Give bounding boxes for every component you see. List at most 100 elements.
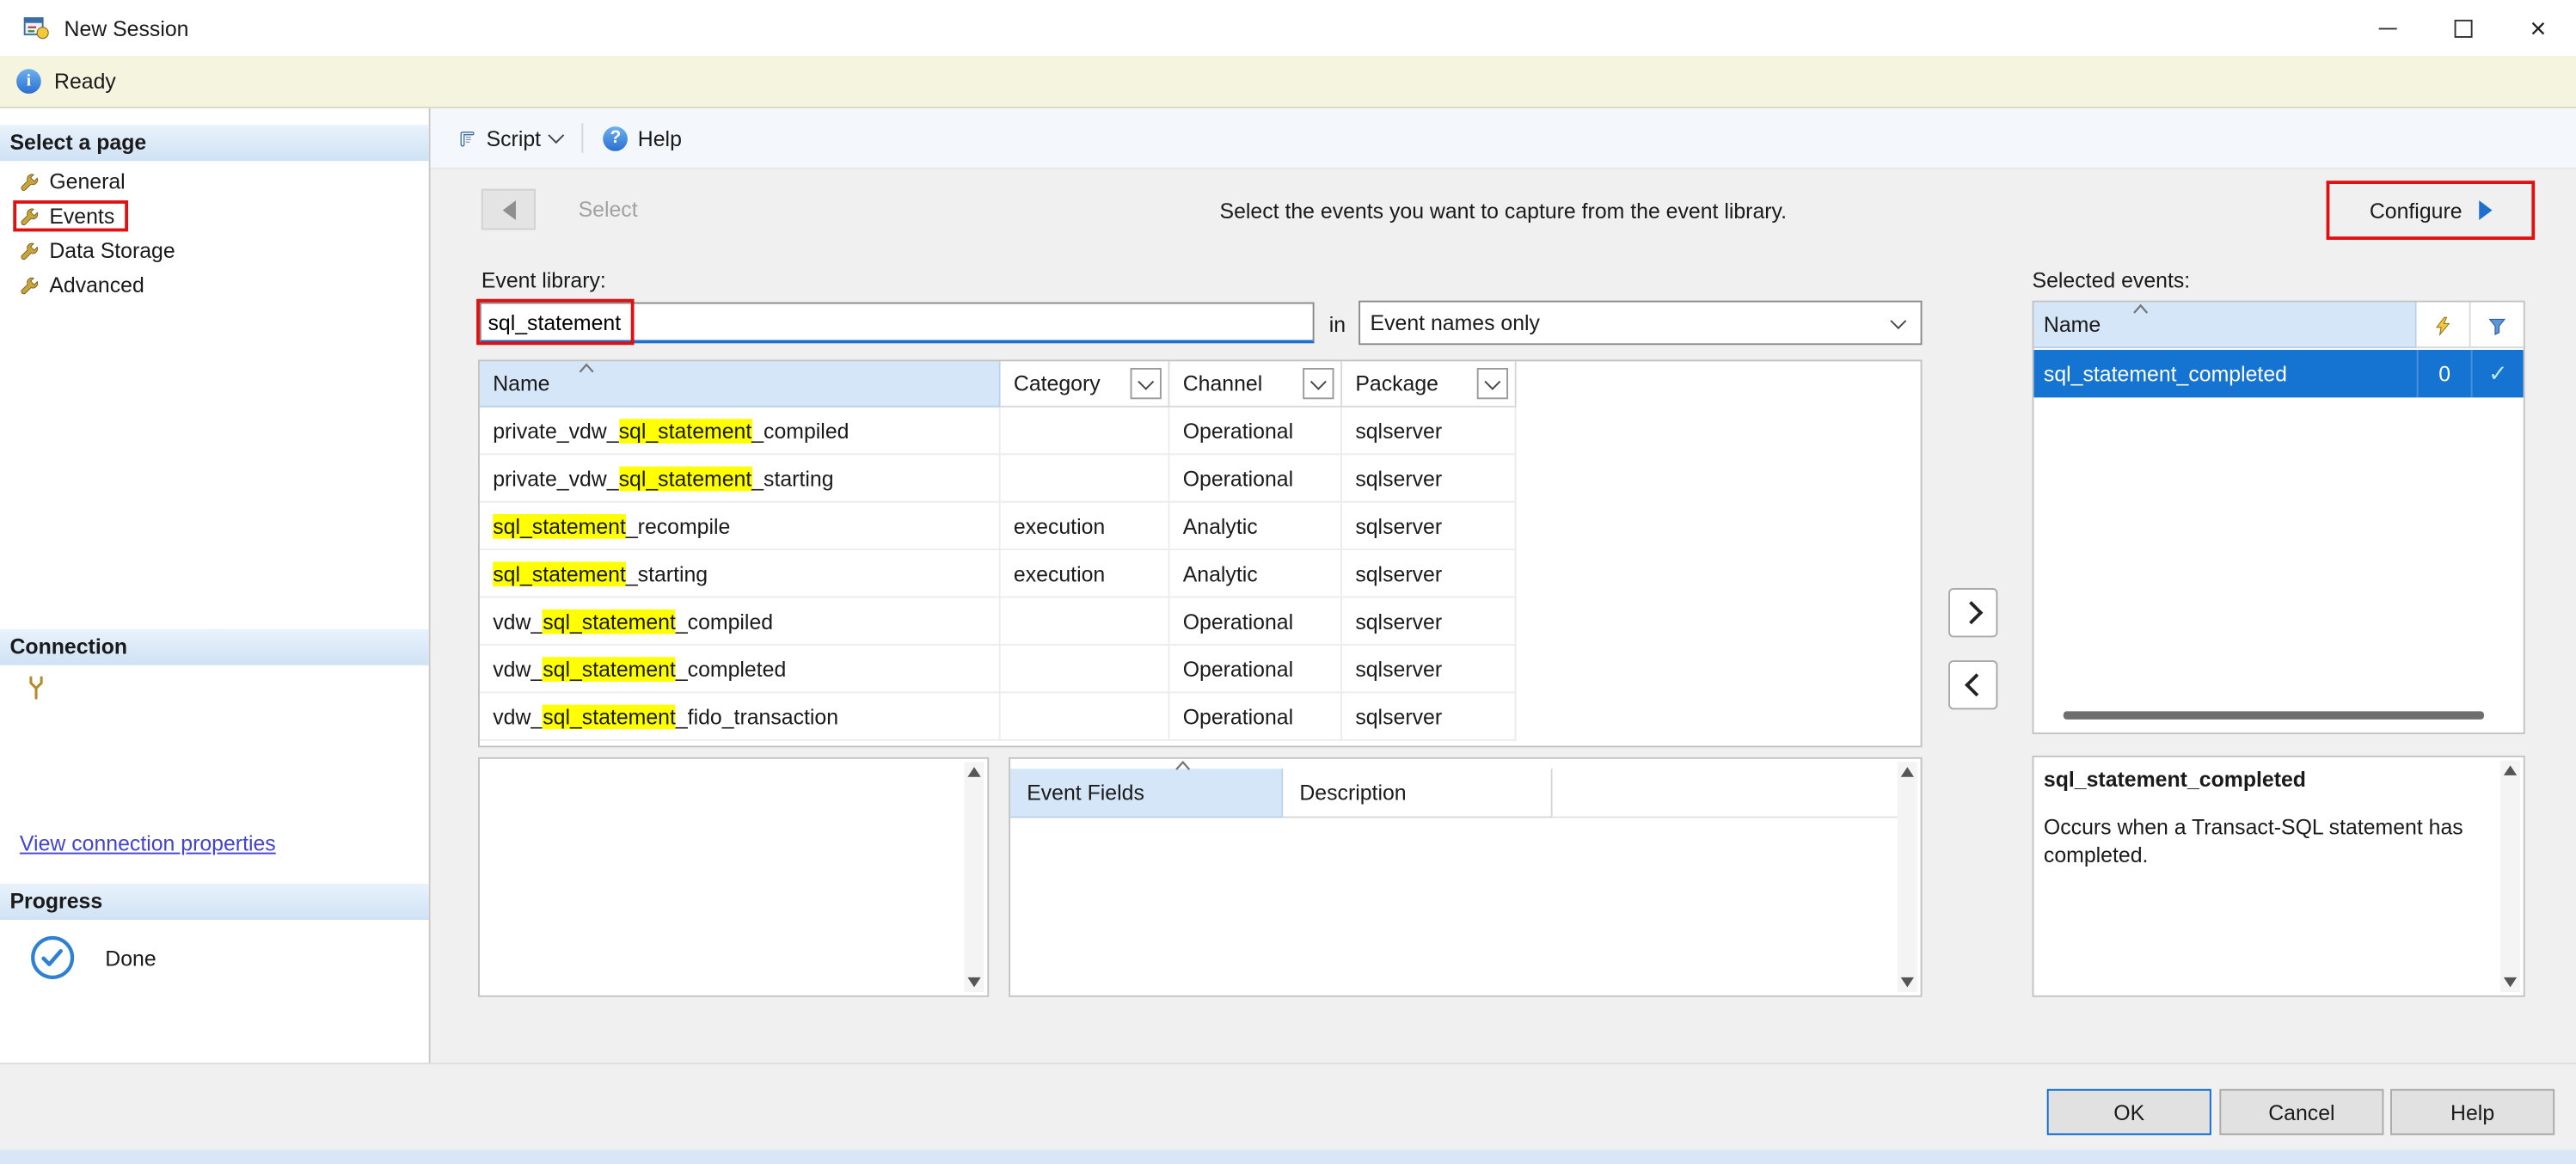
event-category-cell: [1001, 693, 1170, 740]
column-header-name[interactable]: Name: [480, 361, 1001, 407]
wrench-icon: [20, 241, 40, 260]
column-header-package[interactable]: Package: [1342, 361, 1517, 407]
event-channel-cell: Operational: [1169, 597, 1342, 645]
event-package-cell: sqlserver: [1342, 407, 1517, 455]
new-session-dialog: New Session × i Ready Select a page Gene…: [0, 0, 2576, 1164]
right-arrow-icon: [2479, 200, 2492, 220]
event-fields-panel: Event Fields Description: [1009, 757, 1922, 997]
package-filter-button[interactable]: [1477, 368, 1508, 399]
sort-ascending-caret-icon: [1175, 761, 1191, 770]
sidebar-item-label: Advanced: [49, 273, 144, 297]
instruction-text: Select the events you want to capture fr…: [431, 199, 2576, 224]
event-package-cell: sqlserver: [1342, 550, 1517, 597]
event-package-cell: sqlserver: [1342, 503, 1517, 550]
column-header-name[interactable]: Name: [2033, 303, 2416, 348]
chevron-right-icon: [1959, 601, 1982, 624]
page-list: General Events Data Storage Advanced: [0, 164, 429, 302]
event-name-cell[interactable]: sql_statement_starting: [480, 550, 1001, 597]
event-name-cell[interactable]: private_vdw_sql_statement_compiled: [480, 407, 1001, 455]
wrench-icon: [20, 275, 40, 295]
event-category-cell: execution: [1001, 550, 1170, 597]
in-label: in: [1329, 312, 1346, 337]
event-category-cell: [1001, 455, 1170, 502]
scroll-down-icon: [1901, 977, 1914, 987]
scroll-up-icon: [1901, 767, 1914, 776]
help-question-icon: ?: [604, 126, 629, 150]
category-filter-button[interactable]: [1131, 368, 1162, 399]
channel-filter-button[interactable]: [1303, 368, 1334, 399]
column-header-event-fields[interactable]: Event Fields: [1010, 769, 1283, 818]
event-package-cell: sqlserver: [1342, 646, 1517, 693]
column-label: Category: [1014, 371, 1101, 396]
sort-ascending-caret-icon: [2132, 303, 2149, 313]
sidebar-item-label: General: [49, 169, 125, 194]
column-header-event-count[interactable]: [2417, 303, 2471, 348]
remove-event-button[interactable]: [1948, 660, 1997, 709]
help-label: Help: [638, 126, 682, 150]
bottom-strip: [0, 1149, 2576, 1164]
chevron-down-icon: [549, 127, 565, 144]
vertical-scrollbar[interactable]: [965, 763, 984, 992]
event-name-cell[interactable]: vdw_sql_statement_fido_transaction: [480, 693, 1001, 740]
script-button[interactable]: Script: [447, 120, 573, 155]
checkmark-icon: ✓: [2471, 350, 2524, 397]
search-scope-dropdown[interactable]: Event names only: [1359, 301, 1922, 346]
vertical-scrollbar[interactable]: [1898, 763, 1917, 992]
wrench-icon: [20, 172, 40, 192]
event-category-cell: [1001, 646, 1170, 693]
scroll-down-icon: [967, 977, 980, 987]
help-button[interactable]: Help: [2390, 1089, 2555, 1135]
description-body: Occurs when a Transact-SQL statement has…: [2044, 815, 2491, 871]
filter-funnel-icon: [2487, 315, 2507, 334]
sidebar-item-general[interactable]: General: [0, 164, 429, 199]
event-search-input[interactable]: [480, 303, 1315, 344]
ok-button[interactable]: OK: [2047, 1089, 2211, 1135]
column-header-filter[interactable]: [2471, 303, 2524, 348]
match-highlight: sql_statement: [493, 514, 626, 539]
view-connection-properties-link[interactable]: View connection properties: [20, 831, 276, 856]
event-name-cell[interactable]: vdw_sql_statement_compiled: [480, 597, 1001, 645]
column-header-category[interactable]: Category: [1001, 361, 1170, 407]
column-label: Description: [1299, 781, 1406, 806]
close-icon: ×: [2530, 14, 2547, 41]
event-name-cell[interactable]: sql_statement_recompile: [480, 503, 1001, 550]
selected-event-row[interactable]: sql_statement_completed 0 ✓: [2033, 350, 2523, 397]
event-name-cell[interactable]: private_vdw_sql_statement_starting: [480, 455, 1001, 502]
horizontal-scrollbar[interactable]: [2064, 711, 2484, 720]
maximize-button[interactable]: [2425, 0, 2500, 56]
lightning-icon: [2433, 315, 2453, 334]
vertical-scrollbar[interactable]: [2500, 761, 2520, 992]
column-header-channel[interactable]: Channel: [1169, 361, 1342, 407]
chevron-down-icon: [1484, 373, 1500, 389]
event-package-cell: sqlserver: [1342, 455, 1517, 502]
progress-header: Progress: [0, 884, 429, 920]
match-highlight: sql_statement: [543, 610, 676, 634]
cancel-button[interactable]: Cancel: [2219, 1089, 2383, 1135]
done-check-circle-icon: [29, 934, 75, 980]
event-channel-cell: Operational: [1169, 646, 1342, 693]
sidebar: Select a page General Events Data Storag…: [0, 108, 431, 1063]
event-name-cell[interactable]: vdw_sql_statement_completed: [480, 646, 1001, 693]
minimize-icon: [2378, 28, 2396, 29]
minimize-button[interactable]: [2349, 0, 2425, 56]
match-highlight: sql_statement: [493, 561, 626, 586]
event-library-table: Name Category Channel Package private_vd…: [478, 359, 1923, 747]
help-toolbar-button[interactable]: ? Help: [593, 120, 691, 155]
annotation-box-events: Events: [13, 200, 127, 231]
match-highlight: sql_statement: [619, 467, 752, 492]
selected-events-table: Name sql_statement_completed 0 ✓: [2033, 301, 2525, 734]
window-controls: ×: [2349, 0, 2576, 56]
event-library-label: Event library:: [481, 267, 606, 292]
column-label: Name: [2044, 312, 2101, 337]
column-header-description[interactable]: Description: [1283, 769, 1552, 818]
connection-plug-icon: [23, 673, 50, 700]
sidebar-item-events[interactable]: Events: [0, 199, 429, 233]
wrench-icon: [20, 206, 40, 226]
sidebar-item-advanced[interactable]: Advanced: [0, 267, 429, 302]
close-button[interactable]: ×: [2500, 0, 2576, 56]
add-event-button[interactable]: [1948, 588, 1997, 637]
configure-button[interactable]: Configure: [2327, 181, 2536, 240]
info-icon: i: [16, 69, 41, 94]
sidebar-item-data-storage[interactable]: Data Storage: [0, 233, 429, 267]
selected-events-label: Selected events:: [2033, 267, 2191, 292]
